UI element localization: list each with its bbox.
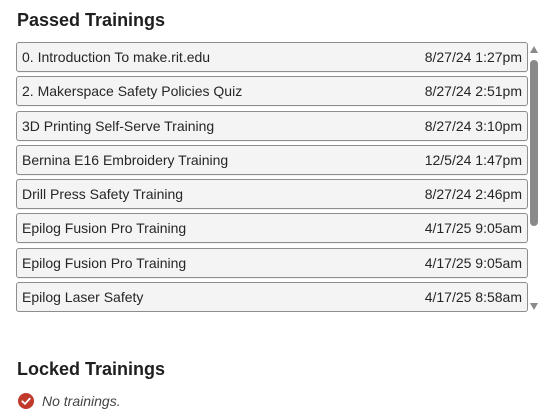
training-row[interactable]: Bernina E16 Embroidery Training 12/5/24 … [16,144,528,175]
training-date: 8/27/24 2:46pm [424,186,522,203]
training-date: 8/27/24 1:27pm [424,49,522,65]
training-row[interactable]: Epilog Fusion Pro Training 4/17/25 9:05a… [16,213,528,244]
empty-state-text: No trainings. [42,393,121,409]
training-name: Drill Press Safety Training [22,186,184,203]
scroll-down-arrow-icon[interactable] [530,303,538,310]
locked-trainings-empty-state: No trainings. [18,393,121,409]
training-name: 2. Makerspace Safety Policies Quiz [22,83,243,100]
training-name: Epilog Fusion Pro Training [22,220,187,237]
training-date: 8/27/24 3:10pm [424,117,522,134]
list-scrollbar[interactable] [529,45,541,312]
locked-trainings-heading: Locked Trainings [17,359,166,379]
passed-trainings-heading: Passed Trainings [17,10,166,30]
scroll-up-arrow-icon[interactable] [530,46,538,53]
passed-trainings-list[interactable]: 0. Introduction To make.rit.edu 8/27/24 … [16,42,528,312]
training-row[interactable]: 3D Printing Self-Serve Training 8/27/24 … [16,110,528,141]
training-name: 3D Printing Self-Serve Training [22,117,215,134]
training-date: 8/27/24 2:51pm [424,83,522,100]
training-date: 4/17/25 9:05am [424,220,522,237]
training-row[interactable]: Drill Press Safety Training 8/27/24 2:46… [16,179,528,210]
training-row[interactable]: 0. Introduction To make.rit.edu 8/27/24 … [16,42,528,72]
training-date: 4/17/25 8:58am [424,289,522,306]
training-date: 12/5/24 1:47pm [424,151,522,168]
scroll-thumb[interactable] [530,60,538,226]
training-row[interactable]: 2. Makerspace Safety Policies Quiz 8/27/… [16,76,528,107]
training-name: Bernina E16 Embroidery Training [22,151,229,168]
check-circle-icon [18,393,34,409]
training-name: 0. Introduction To make.rit.edu [22,49,211,65]
training-name: Epilog Laser Safety [22,289,144,306]
training-row[interactable]: Epilog Laser Safety 4/17/25 8:58am [16,282,528,312]
training-row[interactable]: Epilog Fusion Pro Training 4/17/25 9:05a… [16,247,528,278]
training-date: 4/17/25 9:05am [424,254,522,271]
training-name: Epilog Fusion Pro Training [22,254,187,271]
